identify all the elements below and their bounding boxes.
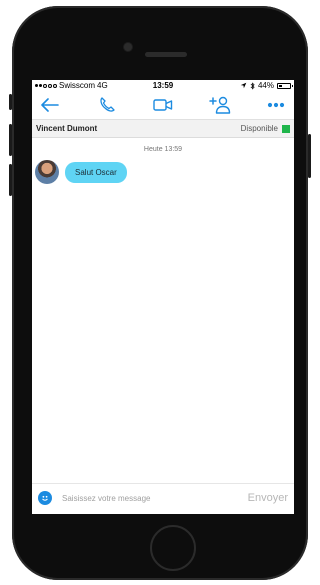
signal-strength-icon	[35, 83, 57, 88]
message-bubble[interactable]: Salut Oscar	[65, 161, 127, 183]
call-button[interactable]	[95, 93, 119, 117]
contact-name: Vincent Dumont	[36, 124, 98, 133]
back-button[interactable]	[38, 93, 62, 117]
mute-switch	[9, 94, 12, 110]
battery-percent: 44%	[257, 81, 274, 90]
home-button[interactable]	[150, 525, 196, 571]
contact-bar: Vincent Dumont Disponible	[32, 119, 294, 138]
message-composer: Envoyer	[32, 483, 294, 512]
more-icon	[267, 102, 285, 108]
more-options-button[interactable]	[264, 93, 288, 117]
presence-indicator	[282, 124, 290, 133]
presence-status: Disponible	[241, 124, 290, 133]
add-person-icon	[208, 96, 230, 114]
power-button	[308, 134, 311, 178]
message-timestamp: Heute 13:59	[143, 146, 183, 153]
message-row: Salut Oscar	[35, 160, 127, 184]
location-icon	[240, 82, 247, 89]
carrier-name: Swisscom	[59, 81, 96, 90]
network-type: 4G	[97, 81, 108, 90]
chat-toolbar	[32, 91, 294, 119]
message-input[interactable]	[60, 492, 240, 504]
presence-label: Disponible	[240, 124, 278, 133]
app-screen: Swisscom 4G 13:59 44% Vincent Dumont Dis…	[32, 80, 294, 514]
conversation-area: Heute 13:59 Salut Oscar	[32, 138, 294, 472]
phone-icon	[99, 97, 115, 112]
volume-up-button	[9, 124, 12, 156]
emoji-icon	[42, 495, 48, 501]
status-bar: Swisscom 4G 13:59 44%	[32, 80, 294, 91]
video-call-button[interactable]	[151, 93, 175, 117]
add-participant-button[interactable]	[208, 93, 232, 117]
volume-down-button	[9, 164, 12, 196]
video-camera-icon	[153, 99, 173, 111]
emoji-button[interactable]	[38, 491, 52, 505]
bluetooth-icon	[250, 81, 255, 90]
status-time: 13:59	[152, 81, 174, 90]
earpiece-speaker	[145, 52, 187, 57]
avatar[interactable]	[35, 160, 59, 184]
back-arrow-icon	[41, 98, 59, 112]
battery-icon	[277, 82, 293, 89]
send-button[interactable]: Envoyer	[248, 492, 288, 504]
front-camera	[124, 43, 132, 51]
